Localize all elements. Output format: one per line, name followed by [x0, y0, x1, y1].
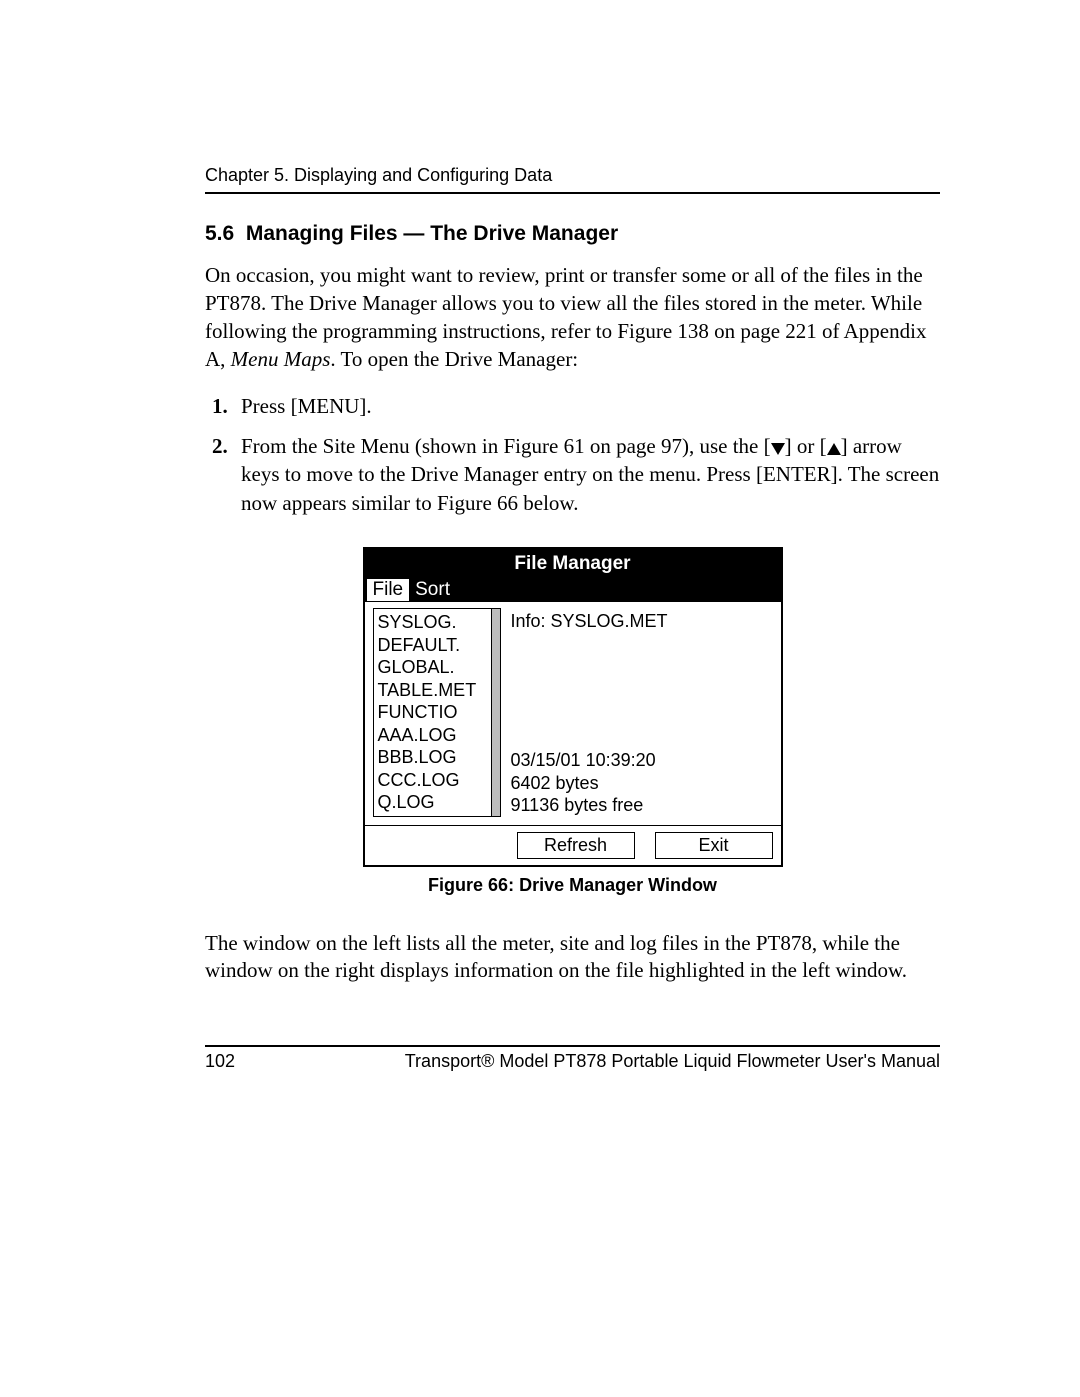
list-item[interactable]: GLOBAL. [378, 656, 489, 679]
scrollbar[interactable] [492, 608, 501, 817]
drive-manager-window: File Manager File Sort SYSLOG. DEFAULT. … [363, 547, 783, 867]
info-free: 91136 bytes free [511, 794, 773, 817]
manual-title: Transport® Model PT878 Portable Liquid F… [405, 1051, 940, 1072]
window-body: SYSLOG. DEFAULT. GLOBAL. TABLE.MET FUNCT… [365, 602, 781, 825]
top-rule [205, 192, 940, 194]
button-bar: Refresh Exit [365, 825, 781, 865]
list-item[interactable]: TABLE.MET [378, 679, 489, 702]
list-item[interactable]: CCC.LOG [378, 769, 489, 792]
intro-paragraph: On occasion, you might want to review, p… [205, 262, 940, 374]
step-1-text: Press [MENU]. [241, 394, 372, 418]
refresh-button[interactable]: Refresh [517, 832, 635, 859]
closing-paragraph: The window on the left lists all the met… [205, 930, 940, 986]
manual-page: Chapter 5. Displaying and Configuring Da… [0, 0, 1080, 1172]
info-datetime: 03/15/01 10:39:20 [511, 749, 773, 772]
list-item[interactable]: DEFAULT. [378, 634, 489, 657]
window-title: File Manager [365, 549, 781, 579]
list-item[interactable]: AAA.LOG [378, 724, 489, 747]
drive-manager-figure: File Manager File Sort SYSLOG. DEFAULT. … [363, 547, 783, 867]
info-label: Info: SYSLOG.MET [511, 610, 773, 633]
section-heading: 5.6 Managing Files — The Drive Manager [205, 222, 940, 246]
list-item[interactable]: Q.LOG [378, 791, 489, 814]
figure-caption: Figure 66: Drive Manager Window [205, 875, 940, 896]
step-2: From the Site Menu (shown in Figure 61 o… [233, 432, 940, 517]
down-arrow-icon [771, 443, 785, 455]
file-list[interactable]: SYSLOG. DEFAULT. GLOBAL. TABLE.MET FUNCT… [373, 608, 492, 817]
section-title: Managing Files — The Drive Manager [246, 222, 618, 245]
info-panel: Info: SYSLOG.MET 03/15/01 10:39:20 6402 … [511, 608, 773, 817]
chapter-header: Chapter 5. Displaying and Configuring Da… [205, 165, 940, 186]
info-size: 6402 bytes [511, 772, 773, 795]
bottom-rule [205, 1045, 940, 1047]
steps-list: Press [MENU]. From the Site Menu (shown … [205, 392, 940, 517]
exit-button[interactable]: Exit [655, 832, 773, 859]
button-spacer [373, 832, 497, 859]
list-item[interactable]: SYSLOG. [378, 611, 489, 634]
up-arrow-icon [827, 443, 841, 455]
list-item[interactable]: FUNCTIO [378, 701, 489, 724]
page-footer: 102 Transport® Model PT878 Portable Liqu… [205, 1051, 940, 1072]
list-item[interactable]: BBB.LOG [378, 746, 489, 769]
step-2-text-b: ] or [ [785, 434, 827, 458]
step-2-text-a: From the Site Menu (shown in Figure 61 o… [241, 434, 771, 458]
step-1: Press [MENU]. [233, 392, 940, 420]
page-number: 102 [205, 1051, 235, 1072]
section-number: 5.6 [205, 222, 234, 245]
intro-text-italic: Menu Maps [231, 347, 331, 371]
menu-bar: File Sort [365, 579, 781, 602]
menu-file[interactable]: File [367, 579, 410, 601]
intro-text-c: . To open the Drive Manager: [330, 347, 578, 371]
menu-sort[interactable]: Sort [409, 579, 456, 601]
file-list-panel: SYSLOG. DEFAULT. GLOBAL. TABLE.MET FUNCT… [373, 608, 501, 817]
